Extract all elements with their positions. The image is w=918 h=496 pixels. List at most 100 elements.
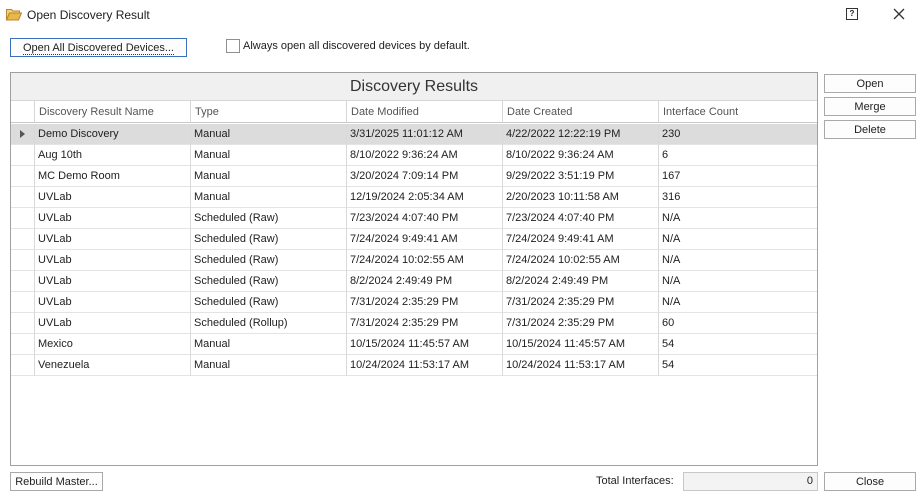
row-indicator	[11, 187, 34, 208]
row-indicator	[11, 313, 34, 334]
table-row[interactable]: Mexico Manual 10/15/2024 11:45:57 AM 10/15/…	[11, 334, 817, 355]
row-indicator	[11, 166, 34, 187]
cell-interface-count: N/A	[658, 271, 817, 292]
discovery-results-grid: Discovery Results Discovery Result Name …	[10, 72, 818, 466]
cell-name: Mexico	[34, 334, 190, 355]
row-indicator	[11, 208, 34, 229]
cell-date-modified: 8/2/2024 2:49:49 PM	[346, 271, 502, 292]
row-indicator	[11, 250, 34, 271]
cell-interface-count: 167	[658, 166, 817, 187]
cell-date-modified: 7/31/2024 2:35:29 PM	[346, 313, 502, 334]
table-row[interactable]: UVLab Scheduled (Raw) 7/24/2024 10:02:55 A…	[11, 250, 817, 271]
cell-name: UVLab	[34, 313, 190, 334]
cell-type: Manual	[190, 166, 346, 187]
cell-date-created: 10/15/2024 11:45:57 AM	[502, 334, 658, 355]
always-open-label[interactable]: Always open all discovered devices by de…	[243, 40, 470, 52]
cell-date-modified: 3/20/2024 7:09:14 PM	[346, 166, 502, 187]
cell-name: Venezuela	[34, 355, 190, 376]
column-header-name[interactable]: Discovery Result Name	[34, 101, 190, 123]
table-row[interactable]: Aug 10th Manual 8/10/2022 9:36:24 AM 8/10/2…	[11, 145, 817, 166]
open-all-devices-label: Open All Discovered Devices...	[22, 41, 174, 55]
cell-name: MC Demo Room	[34, 166, 190, 187]
column-header-type[interactable]: Type	[190, 101, 346, 123]
cell-name: UVLab	[34, 229, 190, 250]
cell-date-created: 4/22/2022 12:22:19 PM	[502, 124, 658, 145]
row-indicator	[11, 229, 34, 250]
cell-date-modified: 7/31/2024 2:35:29 PM	[346, 292, 502, 313]
merge-button[interactable]: Merge	[824, 97, 916, 116]
column-header-interface-count[interactable]: Interface Count	[658, 101, 817, 123]
cell-name: UVLab	[34, 187, 190, 208]
close-button[interactable]: Close	[824, 472, 916, 491]
row-indicator	[11, 355, 34, 376]
cell-name: UVLab	[34, 208, 190, 229]
row-indicator	[11, 271, 34, 292]
cell-interface-count: N/A	[658, 292, 817, 313]
table-row[interactable]: UVLab Scheduled (Raw) 7/31/2024 2:35:29 PM…	[11, 292, 817, 313]
table-row[interactable]: MC Demo Room Manual 3/20/2024 7:09:14 PM 9/…	[11, 166, 817, 187]
cell-type: Manual	[190, 187, 346, 208]
cell-name: UVLab	[34, 250, 190, 271]
help-icon[interactable]: ?	[846, 8, 858, 20]
column-header-date-created[interactable]: Date Created	[502, 101, 658, 123]
cell-date-modified: 8/10/2022 9:36:24 AM	[346, 145, 502, 166]
cell-interface-count: 54	[658, 334, 817, 355]
row-indicator	[11, 334, 34, 355]
table-row[interactable]: UVLab Manual 12/19/2024 2:05:34 AM 2/20/202…	[11, 187, 817, 208]
always-open-checkbox[interactable]	[226, 39, 240, 53]
cell-type: Manual	[190, 145, 346, 166]
cell-type: Scheduled (Raw)	[190, 250, 346, 271]
table-row[interactable]: UVLab Scheduled (Raw) 7/24/2024 9:49:41 AM…	[11, 229, 817, 250]
cell-type: Scheduled (Raw)	[190, 292, 346, 313]
cell-date-created: 8/10/2022 9:36:24 AM	[502, 145, 658, 166]
close-icon[interactable]	[892, 7, 906, 21]
cell-date-created: 2/20/2023 10:11:58 AM	[502, 187, 658, 208]
total-interfaces-value: 0	[683, 472, 818, 491]
cell-type: Scheduled (Raw)	[190, 271, 346, 292]
title-bar: Open Discovery Result ?	[0, 0, 918, 30]
table-row[interactable]: UVLab Scheduled (Rollup) 7/31/2024 2:35:29…	[11, 313, 817, 334]
cell-interface-count: 6	[658, 145, 817, 166]
cell-date-modified: 7/24/2024 10:02:55 AM	[346, 250, 502, 271]
open-all-devices-button[interactable]: Open All Discovered Devices...	[10, 38, 187, 57]
total-interfaces-label: Total Interfaces:	[596, 475, 674, 487]
window-title: Open Discovery Result	[27, 8, 150, 22]
cell-interface-count: 54	[658, 355, 817, 376]
cell-interface-count: 316	[658, 187, 817, 208]
cell-type: Manual	[190, 124, 346, 145]
cell-date-modified: 10/24/2024 11:53:17 AM	[346, 355, 502, 376]
delete-button[interactable]: Delete	[824, 120, 916, 139]
cell-name: UVLab	[34, 292, 190, 313]
cell-interface-count: N/A	[658, 229, 817, 250]
table-row[interactable]: Venezuela Manual 10/24/2024 11:53:17 AM 10/…	[11, 355, 817, 376]
cell-interface-count: 230	[658, 124, 817, 145]
column-header-date-modified[interactable]: Date Modified	[346, 101, 502, 123]
cell-date-modified: 3/31/2025 11:01:12 AM	[346, 124, 502, 145]
cell-name: Aug 10th	[34, 145, 190, 166]
cell-date-modified: 12/19/2024 2:05:34 AM	[346, 187, 502, 208]
table-row[interactable]: UVLab Scheduled (Raw) 8/2/2024 2:49:49 PM 8…	[11, 271, 817, 292]
cell-interface-count: N/A	[658, 250, 817, 271]
grid-caption: Discovery Results	[11, 73, 817, 101]
cell-name: UVLab	[34, 271, 190, 292]
cell-type: Scheduled (Raw)	[190, 208, 346, 229]
cell-date-created: 7/23/2024 4:07:40 PM	[502, 208, 658, 229]
cell-date-modified: 7/23/2024 4:07:40 PM	[346, 208, 502, 229]
header-indicator	[11, 101, 34, 123]
table-row[interactable]: UVLab Scheduled (Raw) 7/23/2024 4:07:40 PM…	[11, 208, 817, 229]
table-row[interactable]: Demo Discovery Manual 3/31/2025 11:01:12 A…	[11, 124, 817, 145]
cell-date-created: 7/31/2024 2:35:29 PM	[502, 313, 658, 334]
row-indicator	[11, 145, 34, 166]
cell-date-modified: 7/24/2024 9:49:41 AM	[346, 229, 502, 250]
rebuild-master-button[interactable]: Rebuild Master...	[10, 472, 103, 491]
cell-date-created: 10/24/2024 11:53:17 AM	[502, 355, 658, 376]
open-button[interactable]: Open	[824, 74, 916, 93]
cell-name: Demo Discovery	[34, 124, 190, 145]
cell-date-modified: 10/15/2024 11:45:57 AM	[346, 334, 502, 355]
cell-interface-count: N/A	[658, 208, 817, 229]
cell-type: Manual	[190, 334, 346, 355]
row-indicator-arrow-icon	[20, 130, 25, 138]
cell-date-created: 7/24/2024 9:49:41 AM	[502, 229, 658, 250]
row-indicator	[11, 124, 34, 145]
folder-open-icon	[6, 9, 22, 21]
